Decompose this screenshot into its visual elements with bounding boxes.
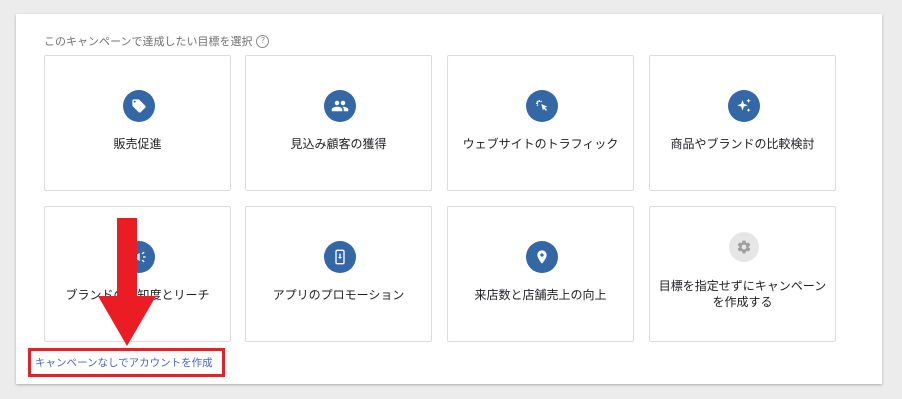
goal-card-app-promotion[interactable]: アプリのプロモーション (245, 206, 432, 342)
goal-label: ウェブサイトのトラフィック (462, 137, 619, 151)
goal-label: 商品やブランドの比較検討 (670, 137, 815, 151)
create-account-without-campaign-link[interactable]: キャンペーンなしでアカウントを作成 (35, 355, 213, 370)
goal-card-leads[interactable]: 見込み顧客の獲得 (245, 55, 432, 191)
goal-label: 販売促進 (113, 137, 162, 151)
goal-label: アプリのプロモーション (272, 288, 405, 302)
goal-selection-title: このキャンペーンで達成したい目標を選択 ? (44, 33, 270, 49)
cursor-click-icon (526, 90, 558, 122)
goal-card-consideration[interactable]: 商品やブランドの比較検討 (649, 55, 836, 191)
megaphone-icon (123, 241, 155, 273)
goal-card-website-traffic[interactable]: ウェブサイトのトラフィック (447, 55, 634, 191)
title-text: このキャンペーンで達成したい目標を選択 (44, 35, 253, 48)
goal-label: ブランドの認知度とリーチ (65, 288, 210, 302)
goal-label: 来店数と店舗売上の向上 (474, 288, 607, 302)
goal-card-sales[interactable]: 販売促進 (44, 55, 231, 191)
help-icon[interactable]: ? (256, 34, 270, 48)
goal-label: 目標を指定せずにキャンペーンを作成する (658, 279, 827, 309)
phone-download-icon (324, 241, 356, 273)
location-pin-icon (526, 241, 558, 273)
goal-card-brand-awareness[interactable]: ブランドの認知度とリーチ (44, 206, 231, 342)
tag-icon (123, 90, 155, 122)
goal-card-local-store-visits[interactable]: 来店数と店舗売上の向上 (447, 206, 634, 342)
sparkle-icon (728, 90, 760, 122)
people-icon (324, 90, 356, 122)
goal-card-no-goal[interactable]: 目標を指定せずにキャンペーンを作成する (649, 206, 836, 342)
goal-label: 見込み顧客の獲得 (290, 137, 387, 151)
gear-icon (729, 232, 759, 262)
